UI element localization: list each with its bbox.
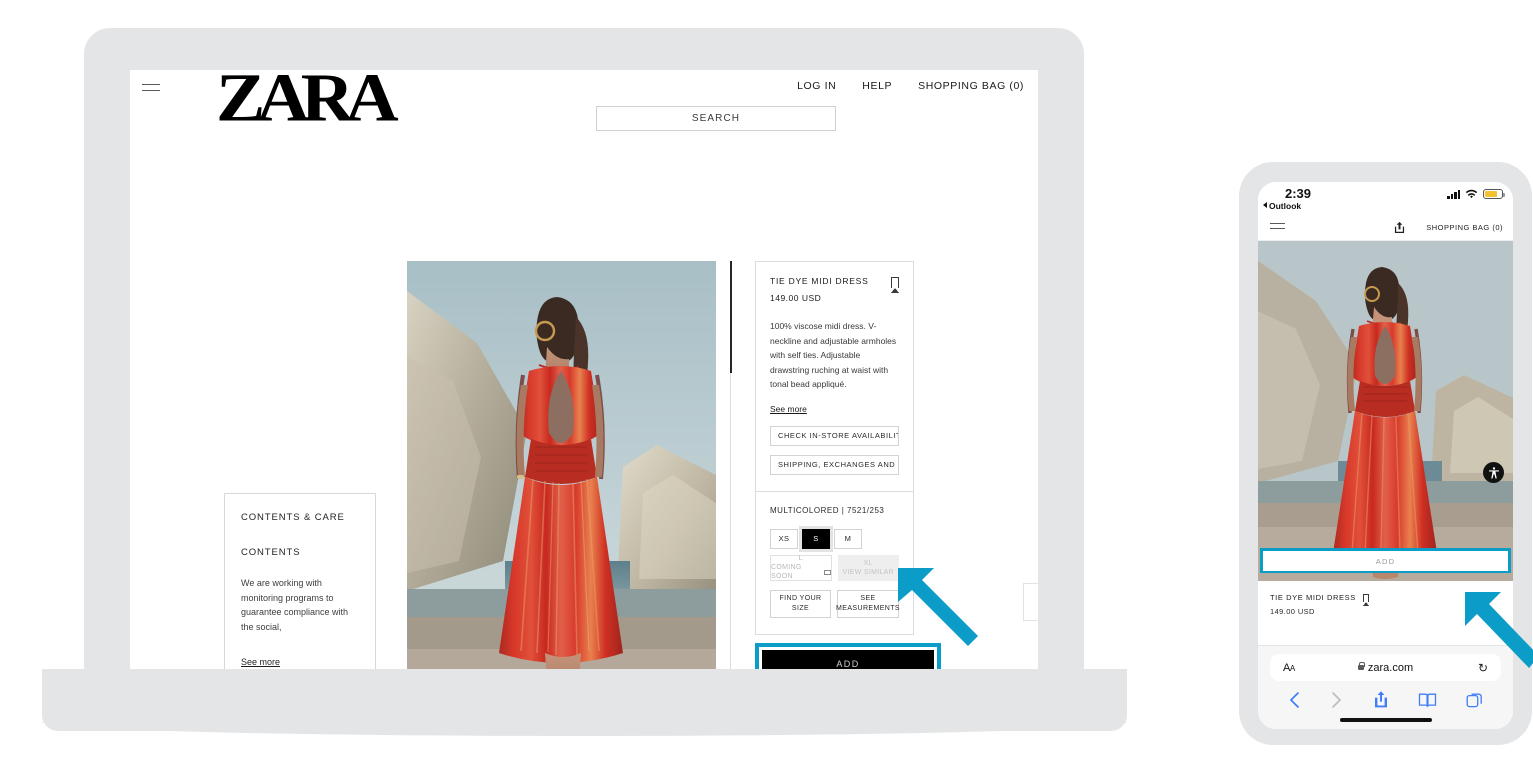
tabs-icon[interactable] xyxy=(1466,691,1484,714)
status-back-app-label: Outlook xyxy=(1269,201,1302,211)
share-icon[interactable] xyxy=(1394,221,1405,234)
book-icon[interactable] xyxy=(1418,692,1437,713)
annotation-arrow-laptop xyxy=(898,568,978,646)
zara-logo: ZARA xyxy=(216,70,399,137)
nav-help[interactable]: HELP xyxy=(862,80,892,92)
contents-and-care-card: CONTENTS & CARE CONTENTS We are working … xyxy=(224,493,376,669)
status-back-to-app[interactable]: Outlook xyxy=(1263,201,1301,211)
size-option-l-coming-soon[interactable]: L COMING SOON xyxy=(770,554,832,581)
nav-shopping-bag[interactable]: SHOPPING BAG (0) xyxy=(918,80,1024,92)
add-to-bag-button[interactable]: ADD xyxy=(762,650,934,669)
accessibility-icon xyxy=(1488,466,1499,478)
mobile-product-hero-image[interactable]: ADD xyxy=(1258,241,1513,581)
status-time: 2:39 xyxy=(1285,186,1312,201)
find-your-size-button[interactable]: FIND YOUR SIZE xyxy=(770,589,831,618)
size-option-l-label: L xyxy=(798,555,803,563)
hamburger-icon[interactable] xyxy=(142,84,160,96)
size-option-s-selected[interactable]: S xyxy=(802,528,830,549)
content-divider-active xyxy=(730,261,732,373)
mobile-product-title: TIE DYE MIDI DRESS xyxy=(1270,593,1356,602)
find-your-size-line1: FIND YOUR xyxy=(779,595,822,603)
care-subheading: CONTENTS xyxy=(241,547,301,558)
bookmark-icon[interactable] xyxy=(891,277,899,293)
nav-log-in[interactable]: LOG IN xyxy=(797,80,836,92)
lock-icon xyxy=(1357,661,1365,670)
shipping-exchanges-returns-button[interactable]: SHIPPING, EXCHANGES AND RET... xyxy=(770,454,899,475)
care-heading: CONTENTS & CARE xyxy=(241,512,345,523)
product-price: 149.00 USD xyxy=(770,293,822,303)
back-chevron-icon[interactable] xyxy=(1287,691,1301,714)
mobile-add-to-bag-button[interactable]: ADD xyxy=(1263,552,1508,571)
check-in-store-availability-button[interactable]: CHECK IN-STORE AVAILABILITY xyxy=(770,425,899,446)
forward-chevron-icon xyxy=(1330,691,1344,714)
search-input[interactable]: SEARCH xyxy=(596,106,836,131)
mobile-add-button-highlight: ADD xyxy=(1260,548,1511,573)
product-title: TIE DYE MIDI DRESS xyxy=(770,276,869,286)
annotation-arrow-phone xyxy=(1465,592,1533,668)
safari-tool-buttons xyxy=(1258,690,1513,714)
size-row-primary: XS S M xyxy=(770,528,899,549)
mobile-accessibility-button[interactable] xyxy=(1483,462,1504,483)
top-navigation: LOG IN HELP SHOPPING BAG (0) xyxy=(797,80,1024,92)
envelope-icon xyxy=(823,569,831,575)
wifi-icon xyxy=(1465,189,1478,199)
product-description: 100% viscose midi dress. V-neckline and … xyxy=(770,321,897,390)
size-option-xl-label: XL xyxy=(863,559,873,567)
size-option-l-sublabel: COMING SOON xyxy=(771,564,802,581)
care-see-more-link[interactable]: See more xyxy=(241,657,280,667)
size-option-xs[interactable]: XS xyxy=(770,528,798,549)
search-label: SEARCH xyxy=(691,113,741,124)
care-body-text: We are working with monitoring programs … xyxy=(241,578,349,632)
chat-widget[interactable]: CHAT xyxy=(1023,583,1038,621)
product-hero-image[interactable] xyxy=(407,261,716,669)
size-option-xl-sublabel: VIEW SIMILAR xyxy=(842,568,894,576)
product-summary-section: TIE DYE MIDI DRESS 149.00 USD 100% visco… xyxy=(756,262,913,491)
safari-url-text: zara.com xyxy=(1367,661,1414,674)
find-your-size-line2: SIZE xyxy=(791,604,810,612)
cellular-signal-icon xyxy=(1447,189,1460,199)
size-row-secondary: L COMING SOON XL VIEW SIMILAR xyxy=(770,554,899,581)
text-size-button[interactable]: AA xyxy=(1283,662,1295,674)
bookmark-icon[interactable] xyxy=(1362,593,1369,606)
status-icons xyxy=(1447,189,1505,199)
see-measurements-line1: SEE xyxy=(860,595,876,603)
share-icon[interactable] xyxy=(1373,690,1389,714)
site-header: ZARA LOG IN HELP SHOPPING BAG (0) SEARCH xyxy=(130,70,1038,158)
hamburger-icon[interactable] xyxy=(1270,223,1285,233)
product-see-more-link[interactable]: See more xyxy=(770,404,807,414)
ios-status-bar: 2:39 Outlook xyxy=(1258,182,1513,215)
home-indicator xyxy=(1339,718,1432,722)
mobile-shopping-bag[interactable]: SHOPPING BAG (0) xyxy=(1426,223,1503,232)
laptop-base-lip xyxy=(42,722,1127,736)
size-option-m[interactable]: M xyxy=(834,528,862,549)
size-tools-row: FIND YOUR SIZE SEE MEASUREMENTS xyxy=(770,589,900,618)
mobile-navbar: SHOPPING BAG (0) xyxy=(1258,215,1513,241)
battery-low-power-icon xyxy=(1483,189,1505,199)
color-and-reference-code: MULTICOLORED | 7521/253 xyxy=(770,505,885,515)
